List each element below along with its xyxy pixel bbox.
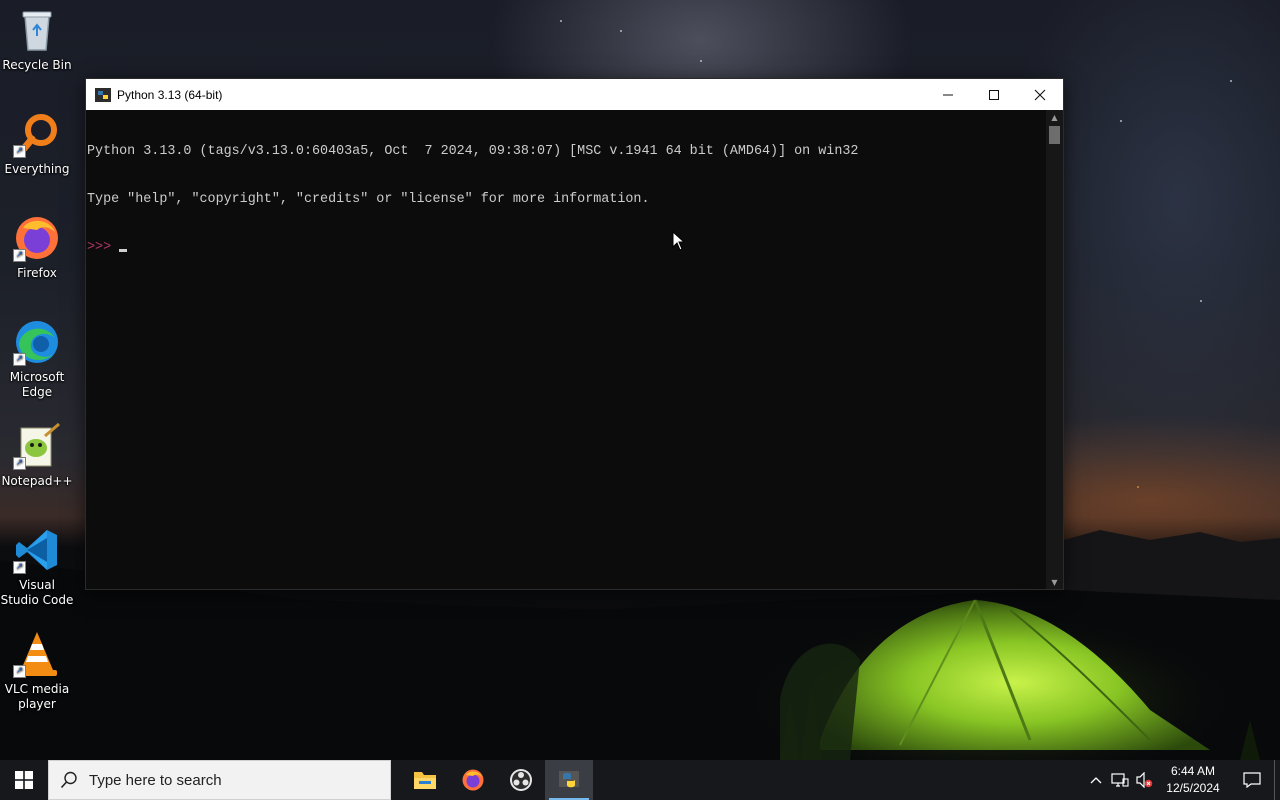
desktop-icon-edge[interactable]: ↗ Microsoft Edge xyxy=(0,318,74,400)
start-button[interactable] xyxy=(0,760,48,800)
taskbar-app-firefox[interactable] xyxy=(449,760,497,800)
maximize-button[interactable] xyxy=(971,79,1017,110)
desktop-icon-label: Everything xyxy=(4,162,70,176)
python-icon xyxy=(559,771,579,788)
desktop-icon-everything[interactable]: ↗ Everything xyxy=(0,110,74,177)
vertical-scrollbar[interactable]: ▲ ▼ xyxy=(1046,110,1063,589)
clock-date: 12/5/2024 xyxy=(1166,781,1220,795)
desktop-icon-vscode[interactable]: ↗ Visual Studio Code xyxy=(0,526,74,608)
desktop-icon-vlc[interactable]: ↗ VLC media player xyxy=(0,630,74,712)
taskbar-app-python[interactable] xyxy=(545,760,593,800)
desktop-icon-label: Notepad++ xyxy=(1,474,73,488)
python-prompt: >>> xyxy=(87,240,112,255)
show-desktop-button[interactable] xyxy=(1274,760,1280,800)
show-hidden-icons-chevron-up-icon[interactable] xyxy=(1084,760,1108,800)
firefox-icon xyxy=(462,769,484,791)
shortcut-arrow-icon: ↗ xyxy=(13,457,26,470)
text-cursor xyxy=(119,249,128,252)
everything-search-icon: ↗ xyxy=(13,110,61,158)
vlc-icon: ↗ xyxy=(13,630,61,678)
notepad-plus-plus-icon: ↗ xyxy=(13,422,61,470)
vscode-icon: ↗ xyxy=(13,526,61,574)
taskbar-search-box[interactable]: Type here to search xyxy=(48,760,391,800)
shortcut-arrow-icon: ↗ xyxy=(13,353,26,366)
console-prompt-line[interactable]: >>> xyxy=(87,240,1046,256)
obs-icon xyxy=(510,769,532,791)
shortcut-arrow-icon: ↗ xyxy=(13,145,26,158)
close-button[interactable] xyxy=(1017,79,1063,110)
notification-icon xyxy=(1243,772,1261,788)
desktop-icon-label: Recycle Bin xyxy=(2,58,72,72)
desktop-icon-recycle-bin[interactable]: Recycle Bin xyxy=(0,6,74,73)
shortcut-arrow-icon: ↗ xyxy=(13,665,26,678)
system-tray: 6:44 AM 12/5/2024 xyxy=(1084,760,1280,800)
console-line: Python 3.13.0 (tags/v3.13.0:60403a5, Oct… xyxy=(87,144,859,159)
taskbar: Type here to search 6:44 AM 12/5/2024 xyxy=(0,760,1280,800)
scroll-down-arrow-icon[interactable]: ▼ xyxy=(1046,575,1063,589)
desktop-icon-label: Microsoft Edge xyxy=(9,370,65,399)
desktop-icon-label: Firefox xyxy=(17,266,57,280)
clock-time: 6:44 AM xyxy=(1170,764,1216,778)
close-icon xyxy=(1034,89,1046,100)
volume-muted-icon[interactable] xyxy=(1132,760,1156,800)
recycle-bin-icon xyxy=(13,6,61,54)
window-titlebar[interactable]: Python 3.13 (64-bit) xyxy=(86,79,1063,110)
search-placeholder: Type here to search xyxy=(89,771,222,789)
maximize-icon xyxy=(989,89,999,100)
minimize-icon xyxy=(943,94,953,95)
window-title: Python 3.13 (64-bit) xyxy=(117,87,223,102)
console-output[interactable]: Python 3.13.0 (tags/v3.13.0:60403a5, Oct… xyxy=(86,110,1046,589)
taskbar-app-obs[interactable] xyxy=(497,760,545,800)
windows-logo-icon xyxy=(15,771,33,789)
minimize-button[interactable] xyxy=(925,79,971,110)
shortcut-arrow-icon: ↗ xyxy=(13,561,26,574)
desktop-icon-label: VLC media player xyxy=(4,682,70,711)
action-center-button[interactable] xyxy=(1230,760,1274,800)
mouse-pointer-icon xyxy=(672,231,686,251)
firefox-icon: ↗ xyxy=(13,214,61,262)
edge-icon: ↗ xyxy=(13,318,61,366)
file-explorer-icon xyxy=(414,772,436,789)
python-icon xyxy=(95,87,111,102)
desktop-icon-firefox[interactable]: ↗ Firefox xyxy=(0,214,74,281)
network-icon[interactable] xyxy=(1108,760,1132,800)
scroll-up-arrow-icon[interactable]: ▲ xyxy=(1046,110,1063,124)
scrollbar-thumb[interactable] xyxy=(1049,126,1060,144)
desktop-icon-notepad-plus-plus[interactable]: ↗ Notepad++ xyxy=(0,422,74,489)
taskbar-clock[interactable]: 6:44 AM 12/5/2024 xyxy=(1156,763,1230,797)
python-console-window[interactable]: Python 3.13 (64-bit) Python 3.13.0 (tags… xyxy=(85,78,1064,590)
shortcut-arrow-icon: ↗ xyxy=(13,249,26,262)
console-line: Type "help", "copyright", "credits" or "… xyxy=(87,192,650,207)
search-icon xyxy=(49,771,89,789)
desktop-icon-label: Visual Studio Code xyxy=(0,578,74,607)
taskbar-app-file-explorer[interactable] xyxy=(401,760,449,800)
